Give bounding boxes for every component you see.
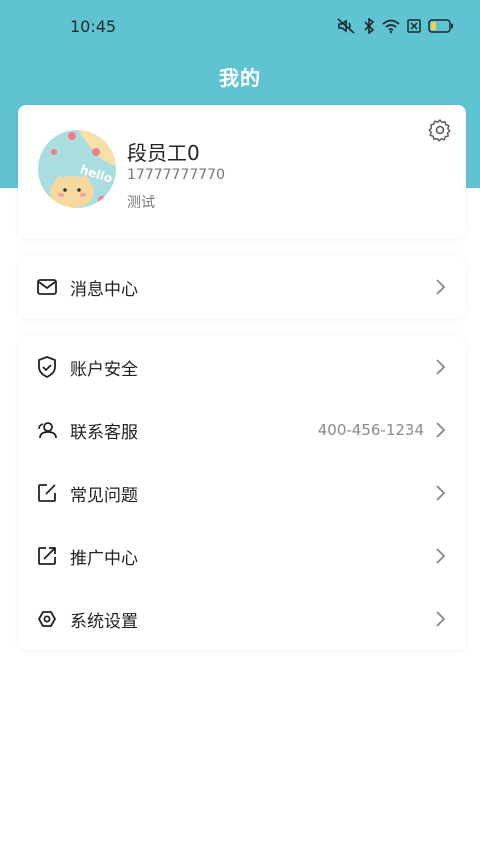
menu-item-label: 推广中心 [70, 548, 138, 569]
chevron-right-icon [434, 421, 446, 439]
status-icons [336, 18, 454, 34]
chevron-right-icon [434, 610, 446, 628]
menu-item-promotion-center[interactable]: 推广中心 [18, 525, 466, 587]
customer-service-icon [36, 419, 58, 441]
customer-service-phone: 400-456-1234 [317, 421, 424, 439]
user-phone: 17777777770 [127, 167, 225, 183]
menu-list-card: 账户安全 联系客服 400-456-1234 常见问题 推广中心 系统设置 [18, 336, 466, 650]
chevron-right-icon [434, 484, 446, 502]
wifi-icon [382, 18, 400, 34]
share-icon [36, 545, 58, 567]
settings-hex-icon [36, 608, 58, 630]
mail-icon [36, 276, 58, 298]
menu-item-label: 常见问题 [70, 485, 138, 506]
chevron-right-icon [434, 358, 446, 376]
menu-item-label: 系统设置 [70, 611, 138, 632]
user-role: 测试 [127, 195, 155, 211]
gear-icon [428, 119, 452, 146]
menu-item-label: 账户安全 [70, 359, 138, 380]
shield-check-icon [36, 356, 58, 378]
avatar[interactable]: hello [38, 130, 116, 208]
user-name: 段员工0 [127, 141, 200, 165]
edit-icon [36, 482, 58, 504]
settings-button[interactable] [428, 118, 452, 142]
profile-card[interactable]: hello 段员工0 17777777770 测试 [18, 105, 466, 238]
message-center-label: 消息中心 [70, 279, 138, 300]
message-center-card[interactable]: 消息中心 [18, 256, 466, 318]
status-time: 10:45 [70, 17, 117, 36]
chevron-right-icon [434, 547, 446, 565]
bluetooth-icon [363, 18, 375, 34]
page-title: 我的 [219, 66, 261, 90]
menu-item-account-security[interactable]: 账户安全 [18, 336, 466, 398]
battery-icon [428, 19, 454, 33]
status-bar: 10:45 [0, 0, 480, 54]
menu-item-customer-service[interactable]: 联系客服 400-456-1234 [18, 399, 466, 461]
menu-item-system-settings[interactable]: 系统设置 [18, 588, 466, 650]
menu-item-faq[interactable]: 常见问题 [18, 462, 466, 524]
mute-icon [336, 18, 356, 34]
message-center-row[interactable]: 消息中心 [18, 256, 466, 318]
menu-item-label: 联系客服 [70, 422, 138, 443]
sim-card-icon [407, 19, 421, 33]
chevron-right-icon [434, 278, 446, 296]
